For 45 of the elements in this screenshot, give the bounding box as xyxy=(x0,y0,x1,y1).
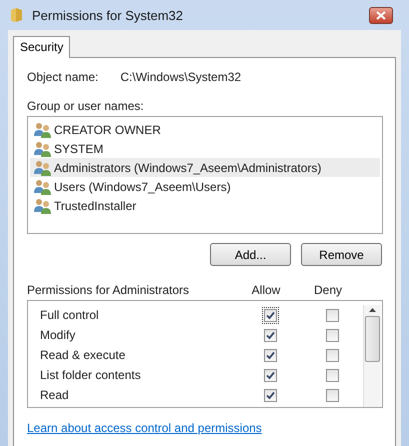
close-icon xyxy=(376,10,386,20)
permission-name: Full control xyxy=(40,308,100,322)
checkbox[interactable] xyxy=(326,328,338,342)
list-item[interactable]: Users (Windows7_Aseem\Users) xyxy=(30,177,380,196)
checkbox[interactable] xyxy=(264,348,276,362)
close-button[interactable] xyxy=(369,6,393,24)
check-icon xyxy=(266,370,274,380)
users-icon xyxy=(34,122,52,138)
permission-name: List folder contents xyxy=(40,368,142,382)
checkbox[interactable] xyxy=(326,348,338,362)
check-icon xyxy=(266,390,274,400)
column-header: Deny xyxy=(312,283,343,297)
tab[interactable]: Security xyxy=(13,36,70,58)
scrollbar[interactable] xyxy=(363,305,381,407)
permission-name: Modify xyxy=(40,328,76,342)
permission-name: Read xyxy=(40,388,70,402)
scroll-up-icon[interactable] xyxy=(369,308,376,312)
folder-icon xyxy=(10,7,24,23)
list-item[interactable]: SYSTEM xyxy=(30,139,380,158)
help-link[interactable]: Learn about access control and permissions xyxy=(27,421,383,435)
dialog-button[interactable]: Add... xyxy=(210,243,291,266)
check-icon xyxy=(266,330,274,340)
dialog-button[interactable]: Remove xyxy=(301,243,382,266)
window-title: Permissions for System32 xyxy=(32,8,184,22)
users-icon xyxy=(34,198,52,214)
users-icon xyxy=(34,160,52,176)
checkbox[interactable] xyxy=(326,308,338,322)
checkbox[interactable] xyxy=(326,368,338,382)
checkbox[interactable] xyxy=(264,328,276,342)
column-header: Allow xyxy=(250,283,282,297)
checkbox[interactable] xyxy=(264,388,276,402)
check-icon xyxy=(266,310,274,320)
section-label: Permissions for Administrators xyxy=(27,283,190,297)
permission-name: Read & execute xyxy=(40,348,126,362)
field-label: Object name: xyxy=(27,70,98,84)
list-item[interactable]: Administrators (Windows7_Aseem\Administrators) xyxy=(30,158,380,177)
users-icon xyxy=(34,178,52,194)
checkbox[interactable] xyxy=(264,368,276,382)
list-item[interactable]: TrustedInstaller xyxy=(30,196,380,215)
users-icon xyxy=(34,140,52,156)
check-icon xyxy=(266,350,274,360)
object-name-value: C:\Windows\System32 xyxy=(120,70,242,84)
list-item[interactable]: CREATOR OWNER xyxy=(30,120,380,139)
checkbox[interactable] xyxy=(326,388,338,402)
section-label: Group or user names: xyxy=(27,99,145,113)
